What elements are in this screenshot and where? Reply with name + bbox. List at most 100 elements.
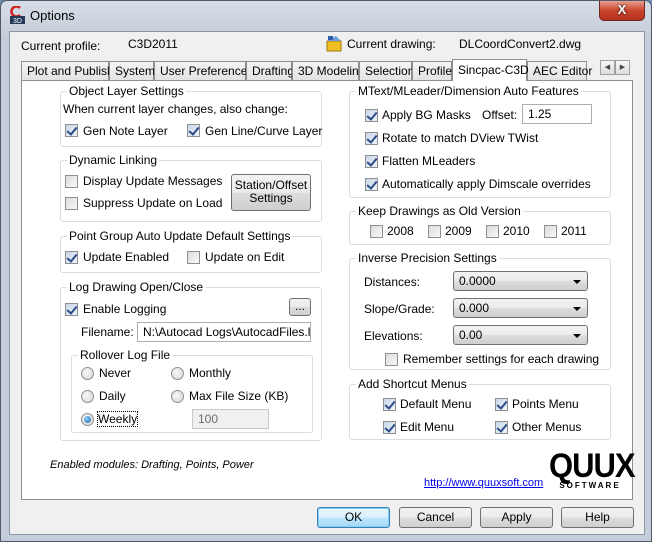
enable-logging-checkbox[interactable] [65, 303, 78, 316]
tab-plot-and-publish[interactable]: Plot and Publish [21, 61, 114, 80]
version-2009-label: 2009 [445, 224, 472, 238]
dynamic-linking-group: Dynamic Linking Display Update Messages … [60, 153, 322, 222]
browse-button[interactable]: ... [289, 298, 311, 316]
version-2011-checkbox[interactable] [544, 225, 557, 238]
arrow-right-icon: ▶ [619, 64, 626, 71]
quuxsoft-link[interactable]: http://www.quuxsoft.com [424, 477, 543, 489]
log-filename-input[interactable]: N:\Autocad Logs\AutocadFiles.log [137, 322, 311, 342]
rollover-weekly-label: Weekly [96, 411, 139, 427]
version-2009-checkbox[interactable] [428, 225, 441, 238]
dimscale-overrides-checkbox[interactable] [365, 178, 378, 191]
version-2011-label: 2011 [561, 224, 587, 238]
points-menu-label: Points Menu [512, 397, 579, 411]
help-button[interactable]: Help [561, 507, 634, 528]
default-menu-label: Default Menu [400, 397, 472, 411]
slope-grade-label: Slope/Grade: [364, 302, 435, 316]
group-title: Log Drawing Open/Close [67, 280, 206, 294]
dialog-client: Current profile: C3D2011 Current drawing… [9, 31, 645, 535]
close-icon: X [617, 2, 627, 17]
offset-input[interactable]: 1.25 [522, 104, 592, 124]
options-dialog: 3D Options X Current profile: C3D2011 Cu… [0, 0, 652, 542]
rollover-never-radio[interactable] [81, 367, 94, 380]
drawing-file-icon [326, 36, 342, 52]
version-2008-label: 2008 [387, 224, 414, 238]
tab-drafting[interactable]: Drafting [246, 61, 294, 80]
rollover-never-label: Never [99, 366, 132, 380]
current-drawing-label: Current drawing: [347, 37, 436, 51]
dimscale-overrides-label: Automatically apply Dimscale overrides [382, 177, 591, 191]
distances-label: Distances: [364, 275, 421, 289]
apply-button[interactable]: Apply [480, 507, 553, 528]
rollover-monthly-radio[interactable] [171, 367, 184, 380]
default-menu-checkbox[interactable] [383, 398, 396, 411]
flatten-mleaders-label: Flatten MLeaders [382, 154, 476, 168]
points-menu-checkbox[interactable] [495, 398, 508, 411]
apply-bg-masks-checkbox[interactable] [365, 109, 378, 122]
version-2010-checkbox[interactable] [486, 225, 499, 238]
other-menus-label: Other Menus [512, 420, 582, 434]
other-menus-checkbox[interactable] [495, 421, 508, 434]
rollover-weekly-radio[interactable] [81, 413, 94, 426]
group-title: Add Shortcut Menus [356, 377, 469, 391]
suppress-update-label: Suppress Update on Load [83, 196, 223, 210]
tab-user-preferences[interactable]: User Preferences [154, 61, 253, 80]
rotate-dview-label: Rotate to match DView TWist [382, 131, 539, 145]
group-title: MText/MLeader/Dimension Auto Features [356, 84, 581, 98]
arrow-left-icon: ◀ [604, 64, 611, 71]
version-2010-label: 2010 [503, 224, 530, 238]
slope-grade-value: 0.000 [459, 301, 490, 315]
update-enabled-label: Update Enabled [83, 250, 170, 264]
rollover-monthly-label: Monthly [189, 366, 232, 380]
tab-selection[interactable]: Selection [359, 61, 414, 80]
tab-profiles[interactable]: Profiles [412, 61, 458, 80]
tab-sincpac-c3d[interactable]: Sincpac-C3D [452, 59, 529, 81]
dropdown-arrow-icon [573, 307, 581, 311]
rollover-max-size-radio[interactable] [171, 390, 184, 403]
gen-note-layer-checkbox[interactable] [65, 124, 78, 137]
rollover-log-file-group: Rollover Log File Never Monthly Daily Ma… [71, 348, 313, 433]
tab-scroll-right-button[interactable]: ▶ [615, 60, 630, 75]
gen-line-curve-layer-checkbox[interactable] [187, 124, 200, 137]
current-drawing-value: DLCoordConvert2.dwg [459, 37, 582, 51]
rotate-dview-checkbox[interactable] [365, 132, 378, 145]
civil3d-app-icon: 3D [10, 6, 25, 25]
tab-aec-editor[interactable]: AEC Editor [527, 61, 592, 80]
update-on-edit-checkbox[interactable] [187, 251, 200, 264]
ok-button[interactable]: OK [317, 507, 390, 528]
elevations-dropdown[interactable]: 0.00 [453, 325, 588, 345]
elevations-label: Elevations: [364, 329, 423, 343]
remember-settings-checkbox[interactable] [385, 353, 398, 366]
close-button[interactable]: X [599, 1, 645, 21]
object-layer-settings-group: Object Layer Settings When current layer… [60, 84, 322, 147]
tab-3d-modeling[interactable]: 3D Modeling [292, 61, 365, 80]
suppress-update-checkbox[interactable] [65, 197, 78, 210]
current-profile-label: Current profile: [21, 39, 101, 53]
remember-settings-label: Remember settings for each drawing [403, 352, 600, 366]
tab-scroll-left-button[interactable]: ◀ [600, 60, 615, 75]
max-file-size-input[interactable]: 100 [192, 409, 269, 429]
distances-dropdown[interactable]: 0.0000 [453, 271, 588, 291]
window-title: Options [30, 8, 75, 23]
rollover-daily-radio[interactable] [81, 390, 94, 403]
distances-value: 0.0000 [459, 274, 496, 288]
station-offset-settings-button[interactable]: Station/Offset Settings [231, 174, 311, 211]
current-profile-value: C3D2011 [128, 37, 178, 51]
group-title: Inverse Precision Settings [356, 251, 499, 265]
group-title: Object Layer Settings [67, 84, 186, 98]
enabled-modules-text: Enabled modules: Drafting, Points, Power [50, 459, 254, 471]
flatten-mleaders-checkbox[interactable] [365, 155, 378, 168]
version-2008-checkbox[interactable] [370, 225, 383, 238]
rollover-max-size-label: Max File Size (KB) [189, 389, 289, 403]
edit-menu-label: Edit Menu [400, 420, 455, 434]
edit-menu-checkbox[interactable] [383, 421, 396, 434]
display-update-messages-checkbox[interactable] [65, 175, 78, 188]
shortcut-menus-group: Add Shortcut Menus Default Menu Points M… [349, 377, 611, 440]
update-on-edit-label: Update on Edit [205, 250, 285, 264]
cancel-button[interactable]: Cancel [399, 507, 472, 528]
point-group-auto-update-group: Point Group Auto Update Default Settings… [60, 229, 322, 273]
offset-label: Offset: [482, 108, 518, 122]
update-enabled-checkbox[interactable] [65, 251, 78, 264]
tab-system[interactable]: System [109, 61, 155, 80]
slope-grade-dropdown[interactable]: 0.000 [453, 298, 588, 318]
dropdown-arrow-icon [573, 334, 581, 338]
